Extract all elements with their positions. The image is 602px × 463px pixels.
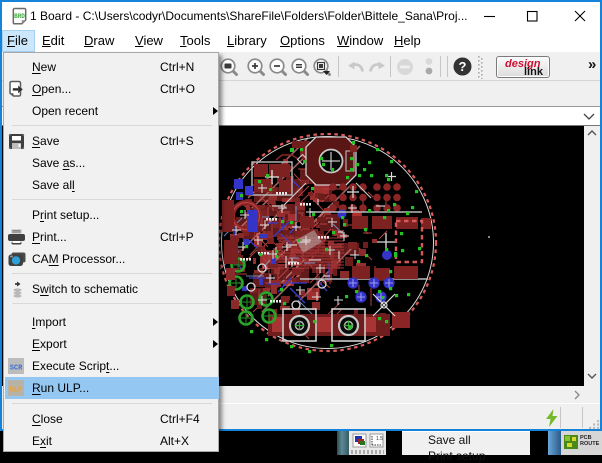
svg-text:ULP: ULP <box>10 387 23 395</box>
svg-text:SCR: SCR <box>10 365 23 373</box>
svg-text:1.5: 1.5 <box>376 436 383 442</box>
svg-text:BRD: BRD <box>14 13 25 20</box>
svg-text:?: ? <box>459 59 467 74</box>
